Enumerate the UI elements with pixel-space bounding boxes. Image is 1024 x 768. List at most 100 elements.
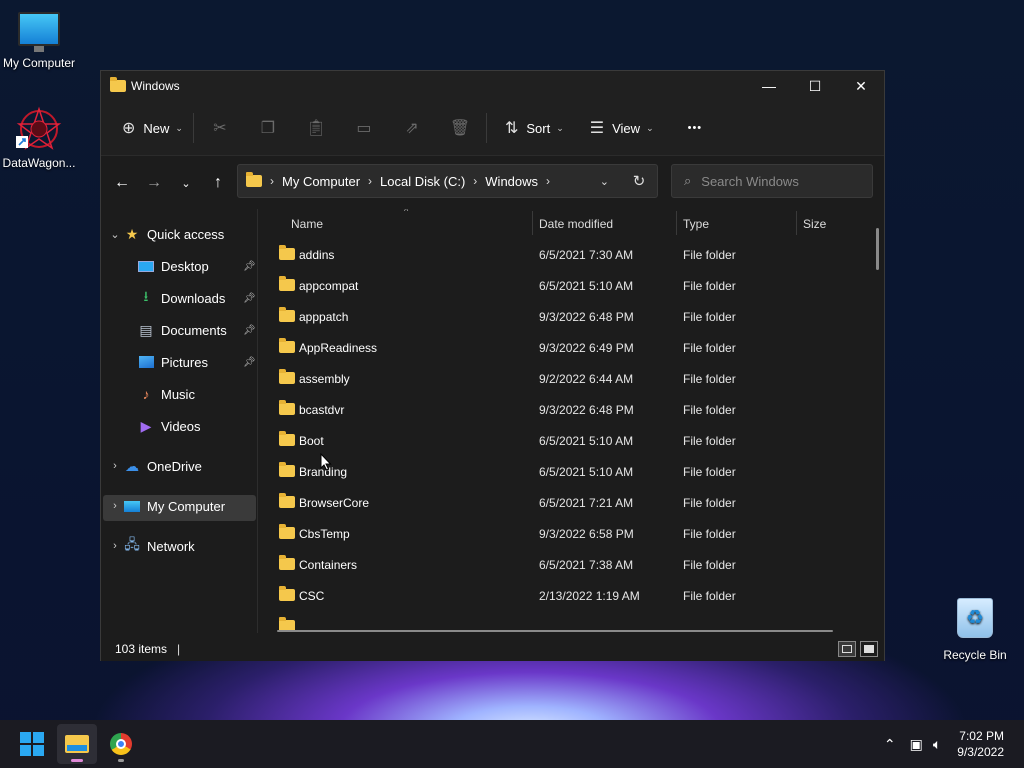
desktop-icon-my-computer[interactable]: My Computer [0,12,78,70]
nav-item-videos[interactable]: ▶ Videos [137,413,201,439]
delete-icon[interactable]: 🗑︎ [436,112,484,144]
running-app-indicator [118,759,124,762]
breadcrumb-local-disk[interactable]: Local Disk (C:) [380,174,465,189]
vertical-scrollbar[interactable] [876,228,879,270]
back-arrow-icon[interactable]: ← [106,167,138,199]
recent-locations-chevron-icon[interactable]: ⌄ [170,167,202,199]
pin-icon[interactable]: 📌︎ [243,325,256,336]
breadcrumb-my-computer[interactable]: My Computer [282,174,360,189]
recycle-bin-icon: ♻ [957,598,993,638]
minimize-button[interactable]: — [746,71,792,101]
folder-icon [279,524,295,539]
nav-item-music[interactable]: ♪ Music [137,381,195,407]
paste-icon[interactable]: 📋︎ [292,112,340,144]
taskbar-chrome[interactable] [101,724,141,764]
file-row[interactable]: appcompat 6/5/2021 5:10 AM File folder [259,270,877,301]
breadcrumb-windows[interactable]: Windows [485,174,538,189]
file-row[interactable]: Containers 6/5/2021 7:38 AM File folder [259,549,877,580]
status-separator: | [177,642,181,656]
file-row[interactable]: addins 6/5/2021 7:30 AM File folder [259,239,877,270]
pin-icon[interactable]: 📌︎ [243,261,256,272]
file-row[interactable]: CSC 2/13/2022 1:19 AM File folder [259,580,877,611]
nav-item-documents[interactable]: ▤ Documents 📌︎ [137,317,257,343]
up-arrow-icon[interactable]: ↑ [202,167,234,199]
windows-logo-icon [20,732,44,756]
file-row[interactable]: assembly 9/2/2022 6:44 AM File folder [259,363,877,394]
nav-label: My Computer [147,498,226,514]
column-header-row: ^ Name Date modified Type Size [259,209,877,239]
folder-icon [279,555,295,570]
title-bar[interactable]: Windows — ☐ ✕ [101,71,884,101]
address-history-chevron-icon[interactable]: ⌄ [600,175,609,188]
folder-icon [279,462,295,477]
column-divider[interactable] [796,211,797,235]
nav-item-downloads[interactable]: ⭳ Downloads 📌︎ [137,285,257,311]
nav-onedrive[interactable]: › ☁ OneDrive [107,453,202,479]
pin-icon[interactable]: 📌︎ [243,293,256,304]
close-button[interactable]: ✕ [838,71,884,101]
column-header-date[interactable]: Date modified [539,217,613,231]
file-name: CSC [299,589,325,603]
file-row[interactable]: BrowserCore 6/5/2021 7:21 AM File folder [259,487,877,518]
details-view-toggle[interactable] [838,641,856,657]
volume-icon[interactable]: 🔈︎ [933,736,941,753]
maximize-button[interactable]: ☐ [792,71,838,101]
pin-icon[interactable]: 📌︎ [243,357,256,368]
nav-label: Music [161,386,195,402]
file-row[interactable]: Boot 6/5/2021 5:10 AM File folder [259,425,877,456]
file-name: Boot [299,434,324,448]
file-row[interactable]: AppReadiness 9/3/2022 6:49 PM File folder [259,332,877,363]
forward-arrow-icon[interactable]: → [138,167,170,199]
search-box[interactable]: ⌕ [671,164,873,198]
column-header-name[interactable]: Name [291,217,323,231]
search-input[interactable] [701,173,862,189]
folder-icon [279,369,295,384]
nav-item-pictures[interactable]: Pictures 📌︎ [137,349,257,375]
nav-label: OneDrive [147,458,202,474]
address-bar[interactable]: › My Computer › Local Disk (C:) › Window… [237,164,658,198]
datawagon-shortcut-icon [16,106,62,152]
copy-icon[interactable]: ❐ [244,112,292,144]
nav-network[interactable]: › 🖧︎ Network [107,533,195,559]
file-row[interactable]: apppatch 9/3/2022 6:48 PM File folder [259,301,877,332]
file-name: appcompat [299,279,359,293]
column-header-size[interactable]: Size [803,217,826,231]
file-type: File folder [683,434,736,448]
file-row[interactable]: CbsTemp 9/3/2022 6:58 PM File folder [259,518,877,549]
nav-label: Network [147,538,195,554]
nav-quick-access[interactable]: ⌄ ★ Quick access [107,221,224,247]
file-name: addins [299,248,335,262]
new-button[interactable]: ⊕ New ⌄ [114,112,191,144]
column-header-type[interactable]: Type [683,217,709,231]
rename-icon[interactable]: ▭ [340,112,388,144]
file-row[interactable]: Branding 6/5/2021 5:10 AM File folder [259,456,877,487]
file-type: File folder [683,465,736,479]
window-title: Windows [131,79,180,93]
cut-icon[interactable]: ✂ [196,112,244,144]
view-button[interactable]: ☰ View ⌄ [582,112,662,144]
start-button[interactable] [12,724,52,764]
chevron-up-icon[interactable]: ⌃ [884,736,896,753]
clock[interactable]: 7:02 PM 9/3/2022 [957,728,1004,760]
nav-item-desktop[interactable]: Desktop 📌︎ [137,253,257,279]
column-divider[interactable] [676,211,677,235]
more-options-button[interactable]: ••• [680,112,711,144]
chevron-right-icon: › [368,174,373,188]
share-icon[interactable]: ⇗ [388,112,436,144]
tiles-view-toggle[interactable] [860,641,878,657]
chevron-right-icon: › [113,500,117,512]
refresh-icon[interactable]: ↻ [621,172,657,190]
column-divider[interactable] [532,211,533,235]
file-name: CbsTemp [299,527,350,541]
sort-label: Sort [526,120,551,136]
desktop-icon-datawagon[interactable]: DataWagon... [0,106,78,170]
network-status-icon[interactable]: ▣ [910,736,923,753]
taskbar-file-explorer[interactable] [57,724,97,764]
nav-my-computer[interactable]: › My Computer [107,493,225,519]
star-icon: ★ [125,225,139,242]
horizontal-scrollbar[interactable] [277,630,833,632]
sort-button[interactable]: ⇅ Sort ⌄ [497,112,572,144]
file-date-modified: 6/5/2021 7:38 AM [539,558,634,572]
file-row[interactable]: bcastdvr 9/3/2022 6:48 PM File folder [259,394,877,425]
desktop-icon-recycle-bin[interactable]: ♻ Recycle Bin [936,598,1014,662]
